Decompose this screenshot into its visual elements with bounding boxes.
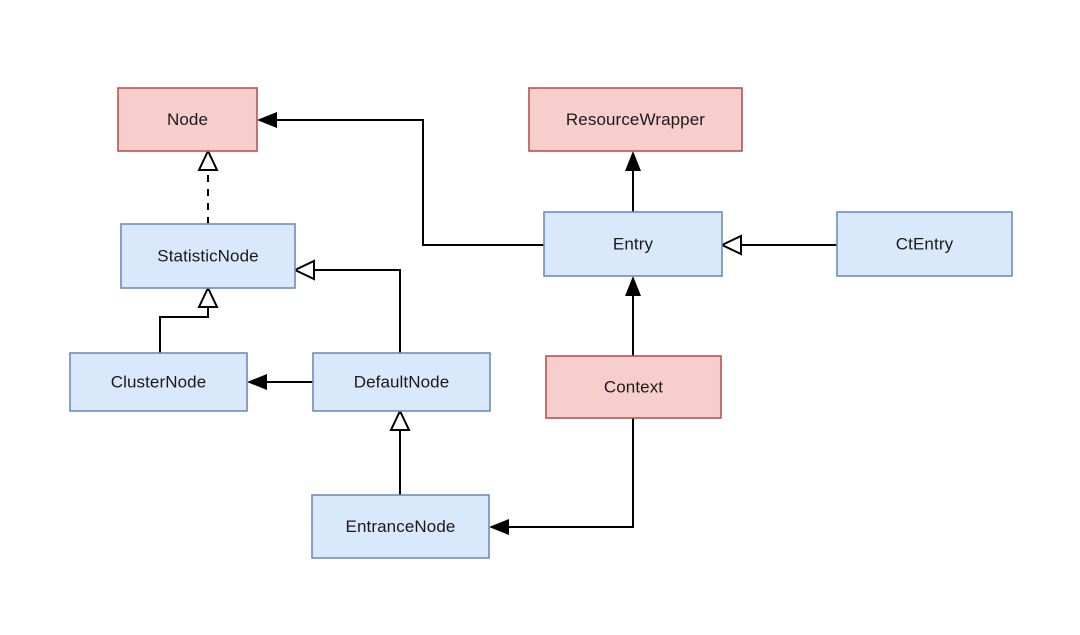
node-box[interactable] xyxy=(543,211,723,277)
node-box[interactable] xyxy=(545,355,722,419)
hollow-triangle-arrowhead-icon xyxy=(197,148,219,171)
hollow-triangle-arrowhead-icon xyxy=(292,259,315,281)
edge-entrancenode-extends-defaultnode xyxy=(389,408,411,495)
hollow-triangle-arrowhead-icon xyxy=(197,285,219,308)
class-node-context[interactable]: Context xyxy=(545,355,722,419)
class-node-defaultnode[interactable]: DefaultNode xyxy=(312,352,491,412)
hollow-triangle-arrowhead-icon xyxy=(389,408,411,431)
node-box[interactable] xyxy=(528,87,743,152)
node-box[interactable] xyxy=(117,87,258,152)
edge-path xyxy=(159,303,209,353)
edge-defaultnode-associates-clusternode xyxy=(247,374,313,390)
solid-arrowhead-icon xyxy=(247,374,267,390)
node-box[interactable] xyxy=(69,352,248,412)
edge-context-associates-entrancenode xyxy=(489,418,634,535)
solid-arrowhead-icon xyxy=(489,519,509,535)
node-box[interactable] xyxy=(312,352,491,412)
edge-defaultnode-extends-statisticnode xyxy=(292,259,401,353)
class-node-resourcewrapper[interactable]: ResourceWrapper xyxy=(528,87,743,152)
class-node-node[interactable]: Node xyxy=(117,87,258,152)
class-node-clusternode[interactable]: ClusterNode xyxy=(69,352,248,412)
node-box[interactable] xyxy=(311,494,490,559)
solid-arrowhead-icon xyxy=(625,276,641,296)
edge-clusternode-extends-statisticnode xyxy=(159,285,219,353)
class-node-ctentry[interactable]: CtEntry xyxy=(836,211,1013,277)
solid-arrowhead-icon xyxy=(257,112,277,128)
edge-context-associates-entry xyxy=(625,276,641,356)
node-box[interactable] xyxy=(836,211,1013,277)
hollow-triangle-arrowhead-icon xyxy=(719,234,742,256)
node-box[interactable] xyxy=(120,223,296,289)
edge-statisticnode-realizes-node xyxy=(197,148,219,224)
solid-arrowhead-icon xyxy=(625,151,641,171)
class-diagram-canvas: Node ResourceWrapper StatisticNode Entry CtE… xyxy=(0,0,1080,635)
diagram-svg: Node ResourceWrapper StatisticNode Entry CtE… xyxy=(69,87,1013,559)
edges-layer xyxy=(159,112,837,535)
edge-ctentry-extends-entry xyxy=(719,234,837,256)
class-node-statisticnode[interactable]: StatisticNode xyxy=(120,223,296,289)
class-node-entrancenode[interactable]: EntranceNode xyxy=(311,494,490,559)
edge-entry-associates-node xyxy=(257,112,544,246)
edge-path xyxy=(272,119,544,246)
edge-path xyxy=(310,269,401,353)
edge-path xyxy=(504,418,634,528)
class-node-entry[interactable]: Entry xyxy=(543,211,723,277)
edge-entry-associates-resourcewrapper xyxy=(625,151,641,212)
